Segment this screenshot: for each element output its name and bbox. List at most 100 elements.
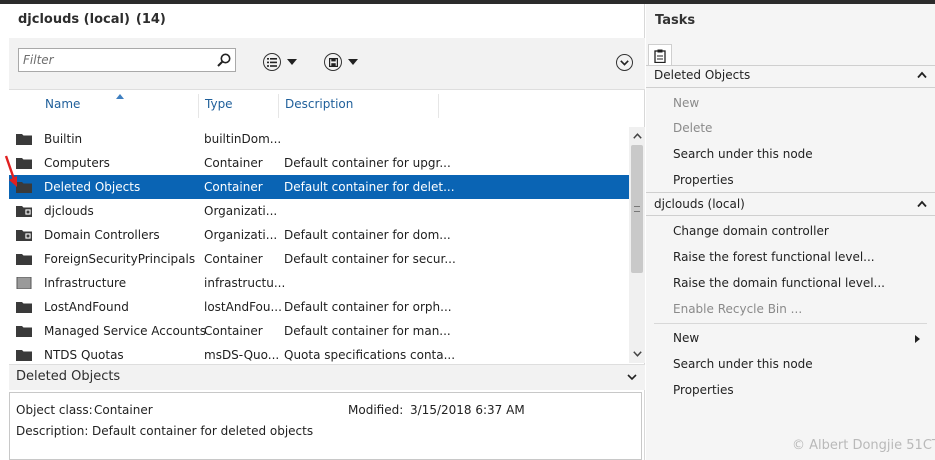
description-label: Description: bbox=[16, 424, 89, 438]
table-row[interactable]: Domain Controllers Organizati... Default… bbox=[9, 223, 629, 247]
filter-input[interactable] bbox=[19, 49, 214, 71]
folder-icon bbox=[16, 326, 32, 337]
row-description: Default container for secur... bbox=[284, 252, 456, 266]
folder-icon bbox=[16, 182, 32, 193]
description-value: Default container for deleted objects bbox=[92, 424, 314, 438]
row-name: Domain Controllers bbox=[44, 228, 160, 242]
scroll-down-button[interactable] bbox=[629, 347, 645, 361]
chevron-up-icon bbox=[632, 133, 642, 139]
chevron-down-icon bbox=[348, 59, 358, 65]
divider bbox=[654, 323, 927, 324]
row-description: Default container for dom... bbox=[284, 228, 451, 242]
row-type: infrastructu... bbox=[204, 276, 286, 290]
tasks-pane: Tasks Deleted Objects New Delete Search … bbox=[646, 4, 935, 460]
folder-icon bbox=[16, 302, 32, 313]
object-class-value: Container bbox=[94, 403, 153, 417]
column-header-type[interactable]: Type bbox=[199, 94, 279, 118]
row-description: Default container for orph... bbox=[284, 300, 452, 314]
row-description: Default container for delet... bbox=[284, 180, 455, 194]
folder-icon bbox=[16, 158, 32, 169]
row-name: Managed Service Accounts bbox=[44, 324, 206, 338]
list-view-icon bbox=[263, 53, 281, 71]
folder-icon bbox=[16, 350, 32, 361]
column-headers: Name Type Description bbox=[9, 94, 629, 118]
watermark: © Albert Dongjie 51CTO博客 bbox=[792, 438, 935, 453]
folder-icon bbox=[16, 254, 32, 265]
task-properties[interactable]: Properties bbox=[673, 173, 734, 187]
row-type: Container bbox=[204, 324, 263, 338]
tasks-tab[interactable] bbox=[648, 44, 672, 66]
chevron-down-icon bbox=[632, 351, 642, 357]
view-options-button[interactable] bbox=[263, 53, 297, 71]
details-title: Deleted Objects bbox=[16, 369, 121, 384]
details-header[interactable]: Deleted Objects bbox=[9, 364, 645, 390]
objects-pane: djclouds (local)(14) Name T bbox=[0, 4, 645, 460]
modified-value: 3/15/2018 6:37 AM bbox=[410, 403, 525, 417]
search-icon[interactable] bbox=[216, 52, 232, 68]
task-change-domain-controller[interactable]: Change domain controller bbox=[673, 224, 829, 238]
modified-label: Modified: bbox=[348, 403, 404, 417]
expand-chevron-button[interactable] bbox=[616, 54, 633, 71]
column-header-name[interactable]: Name bbox=[39, 94, 199, 118]
row-type: Container bbox=[204, 252, 263, 266]
folder-icon bbox=[16, 134, 32, 145]
table-row[interactable]: Builtin builtinDom... bbox=[9, 127, 629, 151]
row-name: Builtin bbox=[44, 132, 83, 146]
chevron-up-icon[interactable] bbox=[917, 200, 927, 208]
table-row[interactable]: Managed Service Accounts Container Defau… bbox=[9, 319, 629, 343]
save-icon bbox=[324, 53, 342, 71]
row-name: djclouds bbox=[44, 204, 94, 218]
filter-box bbox=[18, 48, 236, 72]
row-name: LostAndFound bbox=[44, 300, 129, 314]
annotation-arrow-icon bbox=[4, 155, 17, 187]
task-enable-recycle-bin: Enable Recycle Bin ... bbox=[673, 302, 803, 316]
filter-toolbar bbox=[9, 38, 645, 90]
task-properties[interactable]: Properties bbox=[673, 383, 734, 397]
table-row[interactable]: Computers Container Default container fo… bbox=[9, 151, 629, 175]
section-header-deleted-objects[interactable]: Deleted Objects bbox=[646, 64, 935, 88]
object-class-label: Object class: bbox=[16, 403, 93, 417]
scroll-up-button[interactable] bbox=[629, 129, 645, 143]
table-row[interactable]: LostAndFound lostAndFou... Default conta… bbox=[9, 295, 629, 319]
vertical-scrollbar[interactable] bbox=[629, 127, 645, 363]
row-description: Default container for upgr... bbox=[284, 156, 451, 170]
details-panel: Object class: Container Modified: 3/15/2… bbox=[9, 392, 642, 460]
row-name: ForeignSecurityPrincipals bbox=[44, 252, 196, 266]
task-new: New bbox=[673, 96, 700, 110]
grip-icon bbox=[634, 206, 640, 212]
column-header-description[interactable]: Description bbox=[279, 94, 439, 118]
row-name: Infrastructure bbox=[44, 276, 127, 290]
table-row[interactable]: ForeignSecurityPrincipals Container Defa… bbox=[9, 247, 629, 271]
section-title: Deleted Objects bbox=[654, 68, 751, 82]
chevron-down-icon[interactable] bbox=[627, 372, 637, 382]
tasks-title: Tasks bbox=[655, 13, 696, 28]
ou-folder-icon bbox=[16, 230, 32, 241]
table-row[interactable]: djclouds Organizati... bbox=[9, 199, 629, 223]
task-new-submenu[interactable]: New bbox=[673, 331, 699, 345]
save-query-button[interactable] bbox=[324, 53, 358, 71]
row-type: Organizati... bbox=[204, 228, 278, 242]
table-row[interactable]: Infrastructure infrastructu... bbox=[9, 271, 629, 295]
chevron-down-icon bbox=[287, 59, 297, 65]
object-icon bbox=[16, 277, 32, 289]
task-delete: Delete bbox=[673, 121, 713, 135]
clipboard-icon bbox=[654, 49, 666, 63]
scrollbar-thumb[interactable] bbox=[631, 145, 643, 273]
object-count: (14) bbox=[135, 12, 166, 27]
table-row-selected[interactable]: Deleted Objects Container Default contai… bbox=[9, 175, 629, 199]
section-header-domain[interactable]: djclouds (local) bbox=[646, 192, 935, 216]
submenu-arrow-icon bbox=[915, 335, 920, 343]
chevron-down-icon bbox=[620, 59, 629, 66]
section-title: djclouds (local) bbox=[654, 197, 745, 211]
row-type: Container bbox=[204, 180, 263, 194]
chevron-up-icon[interactable] bbox=[917, 71, 927, 79]
task-search-under-node[interactable]: Search under this node bbox=[673, 357, 813, 371]
row-name: Computers bbox=[44, 156, 110, 170]
domain-title: djclouds (local) bbox=[18, 12, 130, 27]
task-search-under-node[interactable]: Search under this node bbox=[673, 147, 813, 161]
task-raise-forest-level[interactable]: Raise the forest functional level... bbox=[673, 250, 875, 264]
task-raise-domain-level[interactable]: Raise the domain functional level... bbox=[673, 276, 885, 290]
row-type: Container bbox=[204, 156, 263, 170]
ou-folder-icon bbox=[16, 206, 32, 217]
row-type: lostAndFou... bbox=[204, 300, 282, 314]
